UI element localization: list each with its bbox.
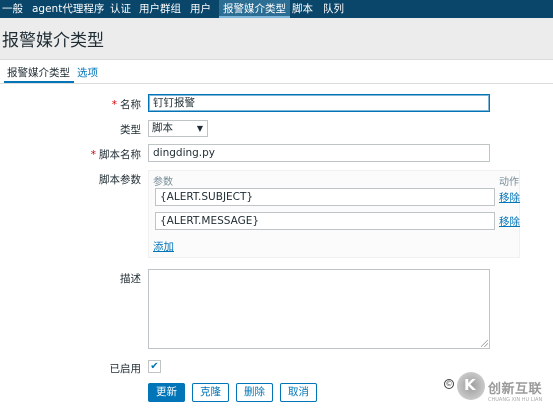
enabled-label: 已启用 [109,363,142,375]
delete-button[interactable]: 删除 [236,383,273,402]
brand-logo-icon: K [457,372,485,400]
cancel-button[interactable]: 取消 [280,383,317,402]
type-label: 类型 [120,124,141,136]
description-label: 描述 [120,273,141,285]
tab-bar: 报警媒介类型 选项 [0,60,553,84]
required-marker: * [111,99,117,111]
enabled-checkbox[interactable]: ✔ [148,360,161,373]
script-params-table: 参数 动作 {ALERT.SUBJECT} 移除 {ALERT.MESSAGE}… [148,170,520,258]
chevron-down-icon: ▼ [196,124,203,133]
remove-param-1-link[interactable]: 移除 [499,190,520,205]
script-name-input[interactable]: dingding.py [148,144,490,162]
remove-param-2-link[interactable]: 移除 [499,214,520,229]
nav-item-queue[interactable]: 队列 [323,0,344,18]
script-name-label-text: 脚本名称 [99,149,141,161]
params-column-header: 参数 [153,177,173,188]
watermark-text-en: CHUANG XIN HU LIAN [488,397,543,403]
nav-item-scripts[interactable]: 脚本 [292,0,313,18]
resize-handle-icon[interactable] [481,340,488,347]
script-name-label: * 脚本名称 [91,147,141,162]
watermark-text-cn: 创新互联 [488,382,543,397]
required-marker: * [90,149,96,161]
top-navigation: 一般 agent代理程序 认证 用户群组 用户 报警媒介类型 脚本 队列 [0,0,553,18]
name-label: * 名称 [112,97,141,112]
name-label-text: 名称 [120,99,141,111]
param-input-1[interactable]: {ALERT.SUBJECT} [155,188,495,206]
checkmark-icon: ✔ [150,361,159,372]
type-select[interactable]: 脚本 ▼ [148,120,208,137]
clone-button[interactable]: 克隆 [192,383,229,402]
page-title: 报警媒介类型 [2,31,104,51]
name-input[interactable]: 钉钉报警 [148,94,490,112]
type-select-value: 脚本 [152,122,173,134]
tab-options[interactable]: 选项 [77,65,98,80]
nav-item-media-types[interactable]: 报警媒介类型 [219,0,290,18]
param-input-2[interactable]: {ALERT.MESSAGE} [155,212,495,230]
script-params-label: 脚本参数 [99,174,141,186]
nav-item-users[interactable]: 用户 [190,0,211,18]
nav-item-proxies[interactable]: agent代理程序 [32,0,104,18]
add-param-link[interactable]: 添加 [153,239,174,254]
description-textarea[interactable] [148,269,490,349]
update-button[interactable]: 更新 [148,383,185,402]
nav-item-general[interactable]: 一般 [2,0,23,18]
tab-media-type[interactable]: 报警媒介类型 [4,65,74,83]
nav-item-authentication[interactable]: 认证 [110,0,131,18]
watermark-logo: © K 创新互联 CHUANG XIN HU LIAN [444,372,553,412]
action-column-header: 动作 [499,177,519,188]
copyright-icon: © [444,379,454,389]
brand-logo-glyph: K [464,376,476,394]
nav-item-user-groups[interactable]: 用户群组 [139,0,181,18]
page-header: 报警媒介类型 [0,18,553,60]
